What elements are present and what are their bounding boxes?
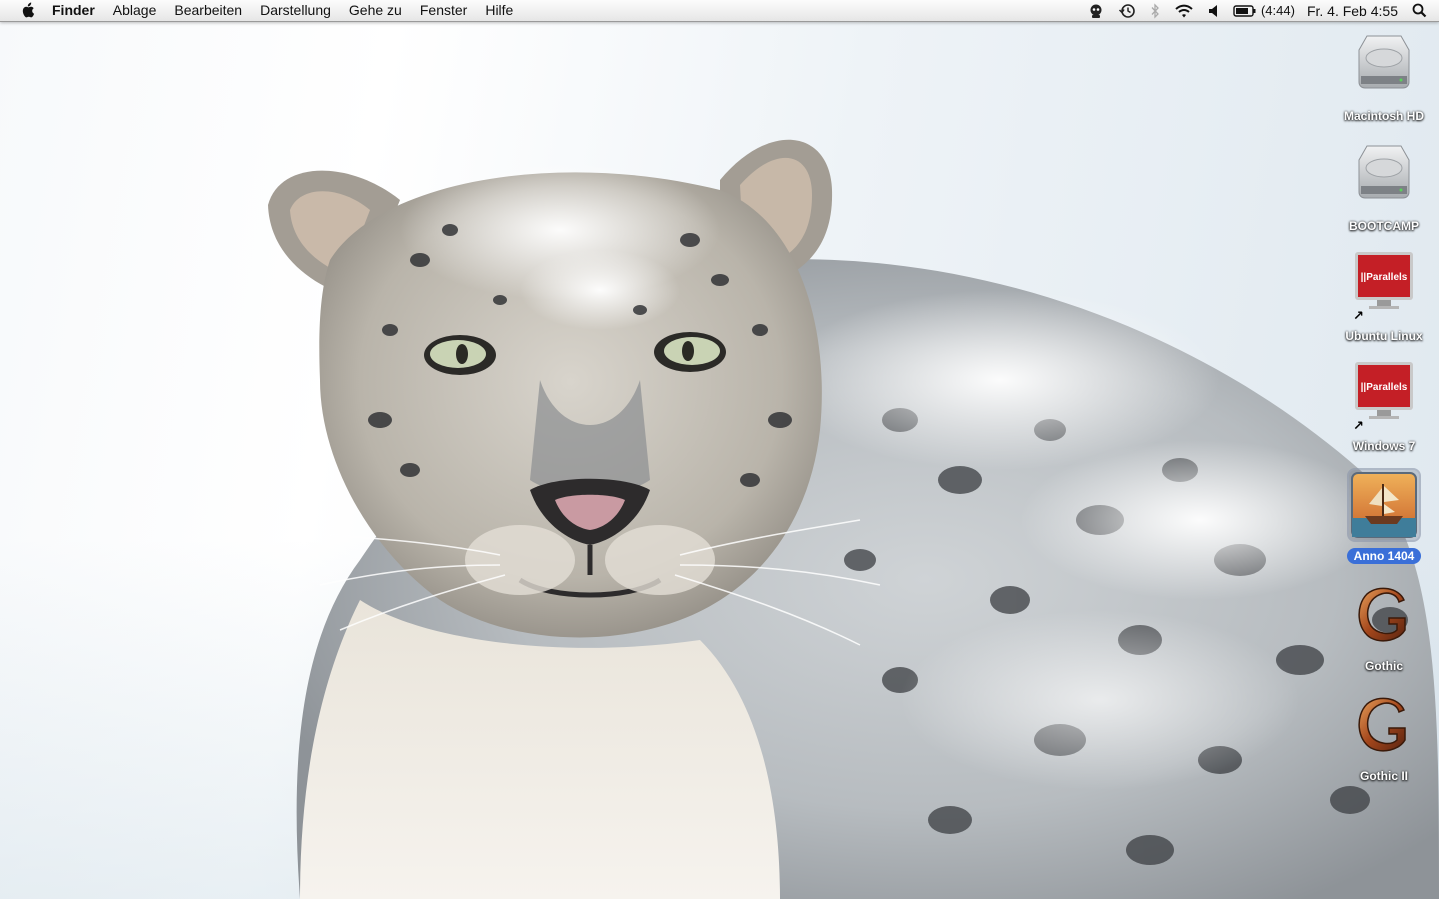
parallels-logo-text: ||Parallels [1361,382,1408,393]
apple-logo-icon[interactable] [18,1,38,21]
menu-app-finder[interactable]: Finder [52,0,104,21]
snow-leopard-wallpaper [268,139,1439,899]
parallels-logo-text: ||Parallels [1361,272,1408,283]
menu-extras: (4:44) Fr. 4. Feb 4:55 [1081,0,1439,21]
menu-hilfe[interactable]: Hilfe [476,0,522,21]
battery-status[interactable]: (4:44) [1233,3,1295,18]
desktop[interactable]: Finder Ablage Bearbeiten Darstellung Geh… [0,0,1439,899]
menu-darstellung[interactable]: Darstellung [251,0,340,21]
battery-icon [1233,4,1256,17]
menu-bearbeiten[interactable]: Bearbeiten [165,0,251,21]
gothic-g-icon [1349,580,1419,650]
time-machine-icon[interactable] [1118,0,1136,21]
hard-drive-icon [1349,140,1419,210]
alias-arrow-icon: ↗ [1353,418,1364,433]
bluetooth-icon[interactable] [1150,0,1160,21]
menu-fenster[interactable]: Fenster [411,0,476,21]
alias-arrow-icon: ↗ [1353,308,1364,323]
desktop-icon-label: Macintosh HD [1343,109,1424,123]
spotlight-icon[interactable] [1412,0,1427,21]
wifi-icon[interactable] [1174,0,1194,21]
user-agent-icon[interactable] [1088,0,1104,21]
parallels-vm-icon: ||Parallels ↗ [1349,250,1419,323]
parallels-vm-icon: ||Parallels ↗ [1349,360,1419,433]
desktop-icon-ubuntu-linux[interactable]: ||Parallels ↗ Ubuntu Linux [1329,250,1439,350]
menu-gehe-zu[interactable]: Gehe zu [340,0,411,21]
desktop-icon-macintosh-hd[interactable]: Macintosh HD [1329,30,1439,130]
volume-icon[interactable] [1208,0,1220,21]
gothic-g-icon [1349,690,1419,760]
desktop-icon-label: Gothic [1365,659,1403,673]
desktop-icon-bootcamp[interactable]: BOOTCAMP [1329,140,1439,240]
desktop-icon-gothic-ii[interactable]: Gothic II [1329,690,1439,790]
battery-time: (4:44) [1260,3,1295,18]
desktop-icon-windows-7[interactable]: ||Parallels ↗ Windows 7 [1329,360,1439,460]
menubar-clock[interactable]: Fr. 4. Feb 4:55 [1307,3,1398,19]
desktop-icon-label: BOOTCAMP [1349,219,1419,233]
desktop-icon-anno-1404[interactable]: Anno 1404 [1329,468,1439,570]
anno-ship-icon [1347,468,1421,542]
hard-drive-icon [1349,30,1419,100]
menu-ablage[interactable]: Ablage [104,0,166,21]
desktop-icon-label: Gothic II [1360,769,1408,783]
desktop-icon-label: Ubuntu Linux [1345,329,1423,343]
desktop-icon-label: Windows 7 [1352,439,1416,453]
desktop-icon-gothic[interactable]: Gothic [1329,580,1439,680]
desktop-icon-label: Anno 1404 [1346,548,1422,564]
menu-bar: Finder Ablage Bearbeiten Darstellung Geh… [0,0,1439,22]
